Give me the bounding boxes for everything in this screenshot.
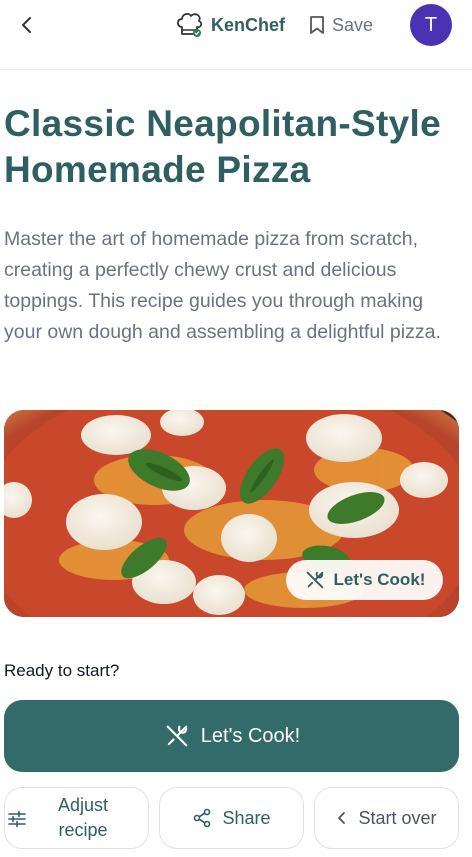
chevron-left-icon [22, 17, 31, 33]
back-button[interactable] [10, 10, 44, 40]
image-lets-cook-button[interactable]: Let's Cook! [286, 560, 443, 600]
start-over-button[interactable]: Start over [314, 787, 459, 849]
recipe-description: Master the art of homemade pizza from sc… [4, 228, 441, 343]
sliders-icon [8, 810, 26, 828]
utensils-crossed-icon [306, 571, 323, 589]
save-label: Save [332, 14, 374, 35]
user-avatar[interactable]: T [410, 4, 452, 46]
brand-logo[interactable]: KenChef [174, 9, 285, 41]
avatar-initial: T [424, 13, 438, 36]
app-header: KenChef Save T [0, 0, 472, 70]
recipe-title: Classic Neapolitan-Style Homemade Pizza [4, 103, 441, 190]
ready-prompt: Ready to start? [4, 661, 120, 680]
start-over-label: Start over [358, 807, 437, 828]
lets-cook-button[interactable]: Let's Cook! [4, 700, 459, 772]
brand-name: KenChef [211, 14, 286, 35]
bookmark-icon [310, 16, 324, 34]
secondary-actions: Adjust recipe Share Start over [4, 787, 459, 849]
share-label: Share [222, 807, 271, 828]
adjust-recipe-button[interactable]: Adjust recipe [4, 787, 149, 849]
share-button[interactable]: Share [159, 787, 304, 849]
adjust-recipe-label: Adjust recipe [57, 795, 109, 840]
utensils-crossed-icon [166, 725, 188, 747]
save-button[interactable]: Save [308, 9, 373, 41]
chevron-left-icon [338, 812, 346, 824]
recipe-image: Let's Cook! [4, 410, 459, 617]
share-icon [194, 808, 211, 828]
image-lets-cook-label: Let's Cook! [333, 570, 426, 589]
chef-hat-icon [176, 12, 203, 37]
lets-cook-label: Let's Cook! [200, 724, 301, 747]
